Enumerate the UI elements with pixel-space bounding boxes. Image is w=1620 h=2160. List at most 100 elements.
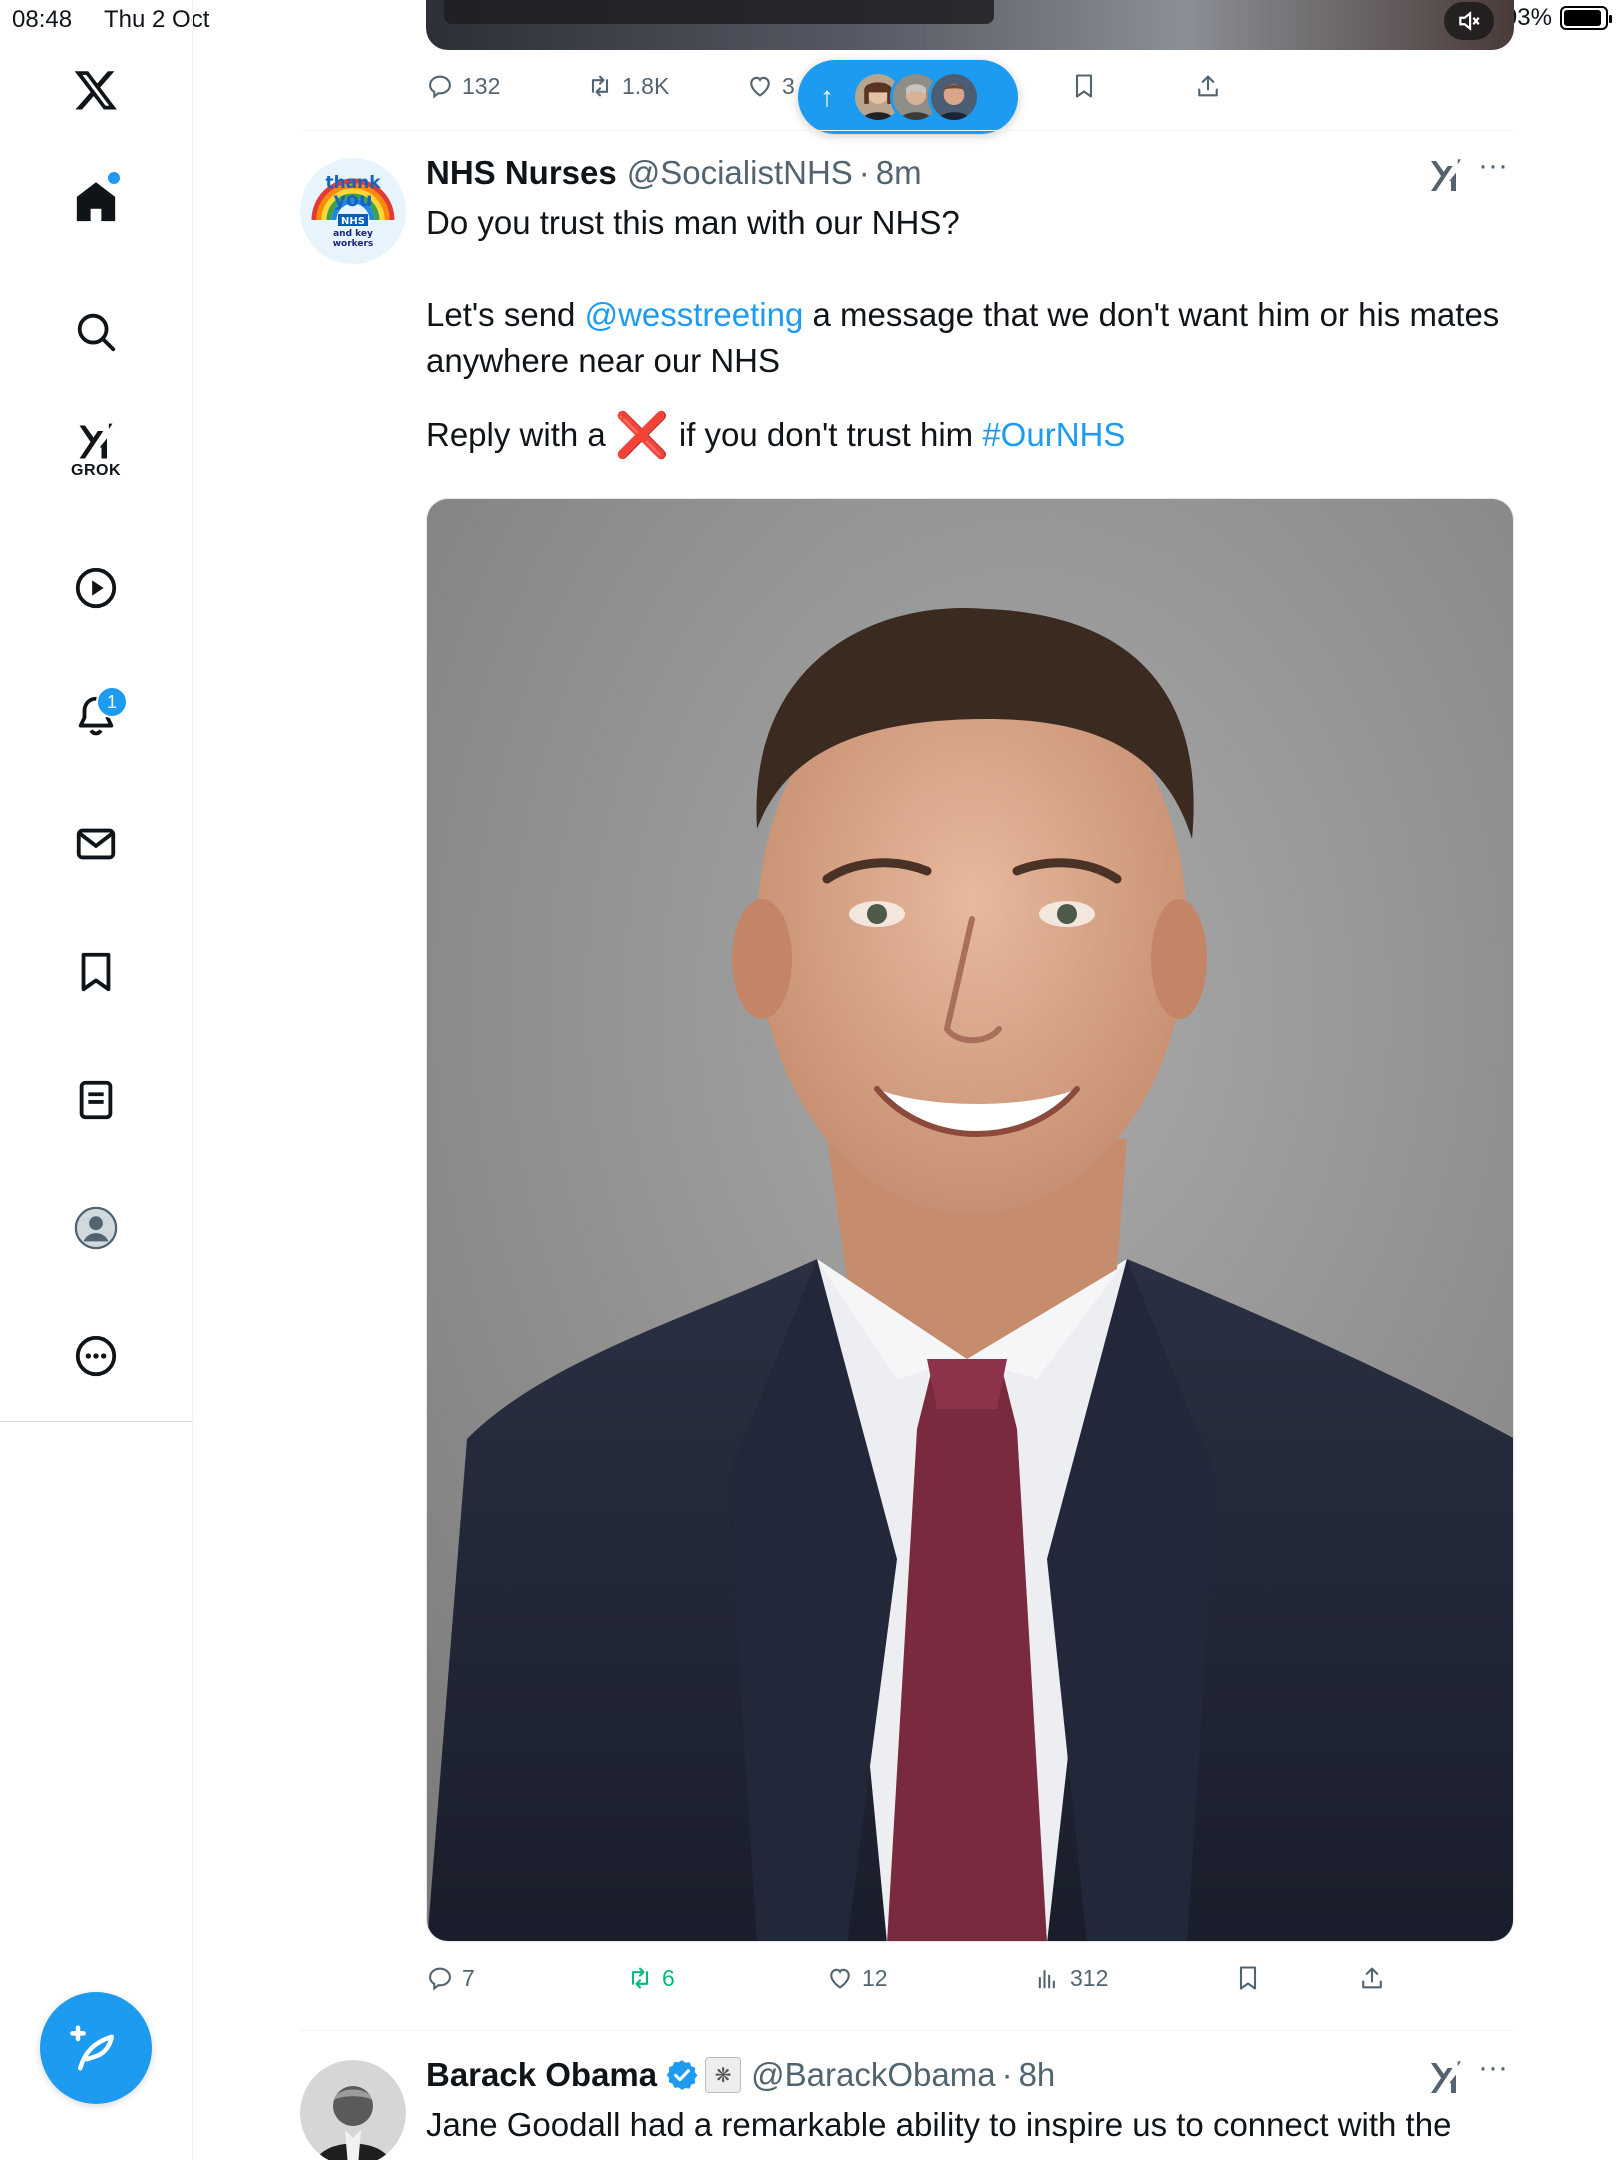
avatar-text-nhs: NHS: [341, 216, 365, 227]
notification-badge: 1: [96, 686, 128, 718]
author-name[interactable]: NHS Nurses: [426, 154, 617, 192]
sidebar-border: [192, 1422, 193, 2160]
tweet-divider: [300, 2030, 1514, 2031]
reply-icon: [429, 75, 451, 99]
views-count: 312: [1070, 1964, 1109, 1991]
sidebar-item-bookmarks[interactable]: [56, 932, 136, 1012]
home-icon: [76, 182, 116, 222]
repost-icon: [631, 1967, 649, 1989]
repost-icon: [591, 75, 609, 97]
arrow-up-icon: ↑: [820, 81, 834, 112]
share-button[interactable]: [1194, 72, 1222, 100]
bookmark-icon: [1239, 1966, 1257, 1990]
avatar-text-workers: workers: [333, 239, 374, 249]
tweet-text-line1: Do you trust this man with our NHS?: [426, 204, 960, 241]
views-button[interactable]: 312: [1034, 1964, 1108, 1992]
compose-feather-icon: [70, 2025, 114, 2071]
hashtag-link[interactable]: #OurNHS: [982, 416, 1125, 453]
more-options-icon[interactable]: ···: [1478, 151, 1514, 192]
sidebar-item-notifications[interactable]: 1: [56, 676, 136, 756]
reply-button[interactable]: 7: [426, 1964, 475, 1992]
previous-tweet-media[interactable]: [426, 0, 1514, 50]
author-name[interactable]: Barack Obama: [426, 2056, 657, 2094]
like-count: 12: [862, 1964, 888, 1991]
bookmark-icon: [1075, 74, 1093, 98]
like-button[interactable]: 12: [826, 1964, 888, 1992]
separator-dot: ·: [1001, 2056, 1013, 2093]
tweet-text: Do you trust this man with our NHS? Let'…: [426, 200, 1514, 459]
profile-avatar-icon: [74, 1206, 118, 1250]
tweet-header: NHS Nurses @SocialistNHS · 8m: [426, 154, 922, 192]
mute-button[interactable]: [1444, 2, 1494, 40]
grok-explain-icon[interactable]: [1426, 156, 1466, 196]
red-x-emoji: ❌: [614, 411, 670, 460]
video-caption: [444, 0, 994, 24]
verified-badge-icon: [666, 2060, 698, 2090]
battery-icon: [1560, 6, 1612, 30]
avatar-text-and-key: and key: [333, 229, 373, 239]
repost-count: 1.8K: [622, 72, 670, 99]
tweet-divider: [300, 130, 1514, 131]
more-options-icon[interactable]: ···: [1478, 2053, 1514, 2094]
repost-button[interactable]: 1.8K: [586, 72, 669, 100]
envelope-icon: [76, 828, 116, 860]
sidebar-item-lists[interactable]: [56, 1060, 136, 1140]
avatar-text-you: you: [334, 189, 373, 211]
like-button[interactable]: 3: [746, 72, 795, 100]
x-logo-icon[interactable]: [56, 50, 136, 130]
tweet-text-line1: Jane Goodall had a remarkable ability to…: [426, 2106, 1452, 2143]
new-posts-pill[interactable]: ↑: [798, 60, 1018, 134]
tweet-text-paragraph3: Reply with a ❌ if you don't trust him #O…: [426, 411, 1126, 460]
new-post-avatar: [928, 71, 980, 123]
tweet-timestamp[interactable]: 8m: [876, 154, 922, 192]
separator-dot: ·: [858, 154, 870, 191]
sidebar-item-messages[interactable]: [56, 804, 136, 884]
home-unread-dot: [108, 172, 120, 184]
government-seal-icon: ❋: [705, 2057, 742, 2093]
tweet-actions: 7 6 12 312: [426, 1958, 1514, 1998]
compose-post-button[interactable]: [40, 1992, 152, 2104]
status-right: 93%: [1504, 4, 1612, 32]
reply-count: 7: [462, 1964, 475, 1991]
grok-label: GROK: [71, 462, 121, 479]
tweet-avatar[interactable]: thank you NHS and key workers: [300, 158, 406, 264]
sidebar-item-search[interactable]: [56, 292, 136, 372]
tweet-header: Barack Obama ❋ @BarackObama · 8h: [426, 2056, 1055, 2094]
tweet-avatar[interactable]: [300, 2060, 406, 2160]
reply-button[interactable]: 132: [426, 72, 500, 100]
list-icon: [79, 1080, 113, 1120]
bookmark-icon: [81, 952, 111, 992]
heart-icon: [830, 1968, 850, 1989]
sidebar-item-video[interactable]: [56, 548, 136, 628]
more-circle-icon: [75, 1335, 117, 1377]
sidebar-item-more[interactable]: [56, 1316, 136, 1396]
like-count: 3: [782, 72, 795, 99]
repost-count: 6: [662, 1964, 675, 1991]
play-icon: [75, 567, 117, 609]
tweet-timestamp[interactable]: 8h: [1019, 2056, 1056, 2094]
views-chart-icon: [1038, 1969, 1055, 1989]
tweet-text-paragraph2: Let's send @wesstreeting a message that …: [426, 296, 1500, 379]
sidebar: GROK 1: [0, 0, 193, 1422]
sidebar-item-home[interactable]: [56, 162, 136, 242]
share-icon: [1198, 75, 1218, 97]
reply-count: 132: [462, 72, 501, 99]
tweet-text: Jane Goodall had a remarkable ability to…: [426, 2102, 1514, 2148]
sidebar-item-grok[interactable]: GROK: [56, 410, 136, 490]
grok-icon: [79, 423, 113, 459]
mention-link[interactable]: @wesstreeting: [585, 296, 804, 333]
author-handle[interactable]: @SocialistNHS: [627, 154, 853, 192]
speaker-muted-icon: [1459, 11, 1480, 31]
author-handle[interactable]: @BarackObama: [751, 2056, 995, 2094]
sidebar-item-profile[interactable]: [56, 1188, 136, 1268]
grok-explain-icon[interactable]: [1426, 2058, 1466, 2098]
tweet-photo[interactable]: [426, 498, 1514, 1942]
share-icon: [1362, 1967, 1382, 1989]
reply-icon: [429, 1967, 451, 1991]
share-button[interactable]: [1358, 1964, 1386, 1992]
bookmark-button[interactable]: [1234, 1964, 1262, 1992]
bookmark-button[interactable]: [1070, 72, 1098, 100]
search-icon: [77, 313, 116, 352]
repost-button[interactable]: 6: [626, 1964, 675, 1992]
heart-icon: [750, 76, 770, 97]
